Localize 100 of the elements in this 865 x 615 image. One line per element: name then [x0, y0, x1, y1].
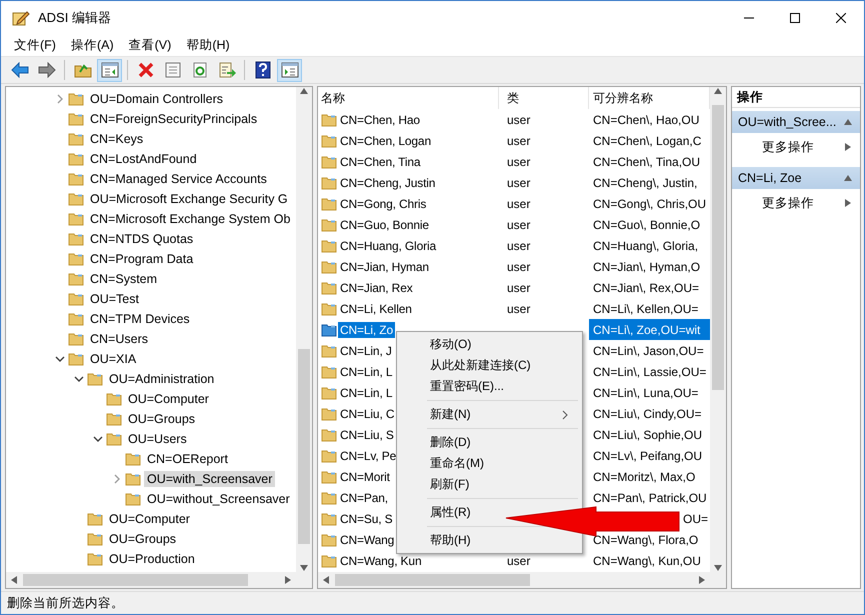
table-cell[interactable]: CN=Chen, Logan — [338, 132, 433, 148]
table-cell-text: CN=Lin\, Lassie,OU= — [592, 364, 708, 378]
tree-item[interactable]: CN=Microsoft Exchange System Ob — [87, 211, 294, 227]
submenu-triangle-icon[interactable] — [844, 143, 852, 151]
action-item[interactable]: 更多操作 — [762, 194, 814, 212]
table-cell[interactable]: CN=Li, Kellen — [338, 300, 414, 316]
column-header[interactable]: 类 — [499, 87, 589, 109]
refresh-icon — [190, 62, 208, 78]
tree-item[interactable]: CN=Managed Service Accounts — [87, 171, 270, 187]
menu-item[interactable]: 移动(O) — [430, 336, 472, 353]
close-icon[interactable] — [836, 12, 846, 22]
notepad-pencil-icon — [12, 10, 30, 26]
table-cell[interactable]: CN=Guo, Bonnie — [338, 216, 431, 232]
toolbar-button[interactable] — [277, 58, 302, 82]
tree-item[interactable]: OU=Domain Controllers — [87, 91, 226, 107]
tree-item[interactable]: CN=Program Data — [87, 251, 196, 267]
scroll-up-icon[interactable] — [300, 87, 308, 95]
tree-item[interactable]: OU=Microsoft Exchange Security G — [87, 191, 291, 207]
tree-item[interactable]: CN=Keys — [87, 131, 146, 147]
table-cell[interactable]: CN=Lin, L — [338, 364, 394, 380]
menu-item[interactable]: 从此处新建连接(C) — [430, 357, 531, 374]
table-cell[interactable]: CN=Lin, J — [338, 342, 394, 358]
menu-item[interactable]: 刷新(F) — [430, 476, 470, 493]
tree-item[interactable]: CN=TPM Devices — [87, 311, 193, 327]
scroll-left-icon[interactable] — [322, 576, 330, 584]
table-cell[interactable]: CN=Su, S — [338, 510, 394, 526]
collapse-chevron-icon[interactable] — [74, 375, 84, 383]
tree-item[interactable]: OU=Computer — [106, 511, 193, 527]
table-cell[interactable]: CN=Gong, Chris — [338, 196, 428, 212]
toolbar-button[interactable] — [97, 58, 122, 82]
table-cell: user — [507, 154, 530, 168]
tree-item[interactable]: OU=Production — [106, 551, 198, 567]
tree-item[interactable]: CN=Users — [87, 331, 151, 347]
submenu-chevron-icon — [562, 410, 568, 420]
column-header[interactable]: 名称 — [318, 87, 499, 109]
table-cell[interactable]: CN=Lv, Pe — [338, 448, 398, 464]
tree-item[interactable]: OU=Groups — [106, 531, 180, 547]
collapse-chevron-icon[interactable] — [93, 435, 103, 443]
maximize-icon[interactable] — [790, 12, 800, 22]
scroll-thumb[interactable] — [335, 574, 530, 586]
scroll-left-icon[interactable] — [10, 576, 18, 584]
table-cell[interactable]: CN=Cheng, Justin — [338, 174, 438, 190]
table-cell[interactable]: CN=Wang — [338, 532, 396, 548]
action-item[interactable]: 更多操作 — [762, 138, 814, 156]
table-cell[interactable]: CN=Lin, L — [338, 384, 394, 400]
scroll-right-icon[interactable] — [698, 576, 706, 584]
tree-item[interactable]: OU=with_Screensaver — [144, 471, 276, 487]
tree-item[interactable]: CN=LostAndFound — [87, 151, 200, 167]
folder-icon — [68, 112, 84, 126]
table-cell[interactable]: CN=Liu, S — [338, 426, 396, 442]
folder-icon — [321, 532, 337, 546]
tree-item[interactable]: OU=Test — [87, 291, 142, 307]
scroll-thumb[interactable] — [298, 349, 310, 544]
tree-item[interactable]: OU=Administration — [106, 371, 218, 387]
table-cell[interactable]: CN=Morit — [338, 468, 392, 484]
tree-item[interactable]: OU=XIA — [87, 351, 140, 367]
tree-item[interactable]: CN=ForeignSecurityPrincipals — [87, 111, 260, 127]
collapse-chevron-icon[interactable] — [55, 355, 65, 363]
tree-item[interactable]: OU=Groups — [125, 411, 198, 427]
menu-item[interactable]: 帮助(H) — [430, 532, 471, 549]
tree-item[interactable]: OU=without_Screensaver — [144, 491, 293, 507]
collapse-triangle-icon[interactable] — [844, 118, 852, 126]
expand-chevron-icon[interactable] — [56, 94, 64, 104]
tree-item[interactable]: OU=Computer — [125, 391, 212, 407]
scroll-up-icon[interactable] — [714, 87, 722, 95]
tree-item[interactable]: OU=Users — [125, 431, 190, 447]
table-cell: CN=Li\, Zoe,OU=wit — [589, 319, 710, 340]
tree-item[interactable]: CN=NTDS Quotas — [87, 231, 196, 247]
expand-chevron-icon[interactable] — [113, 474, 121, 484]
menu-item[interactable]: 重命名(M) — [430, 455, 484, 472]
scroll-thumb[interactable] — [23, 574, 248, 586]
collapse-triangle-icon[interactable] — [844, 174, 852, 182]
table-cell-text: CN=Guo\, Bonnie,O — [592, 218, 702, 232]
table-cell[interactable]: CN=Huang, Gloria — [338, 238, 438, 254]
table-cell[interactable]: CN=Pan, — [338, 490, 390, 506]
table-cell-text: CN=Cheng\, Justin, — [592, 176, 698, 190]
table-cell[interactable]: CN=Jian, Hyman — [338, 258, 431, 274]
folder-icon — [321, 260, 337, 274]
tree-item[interactable]: CN=OEReport — [144, 451, 231, 467]
table-cell[interactable]: CN=Liu, C — [338, 406, 396, 422]
menu-item[interactable]: 属性(R) — [430, 504, 471, 521]
folder-icon — [87, 372, 103, 386]
table-cell-text: CN=Lv\, Peifang,OU — [592, 448, 704, 462]
scroll-thumb[interactable] — [712, 105, 724, 390]
table-cell[interactable]: CN=Li, Zo — [338, 322, 396, 338]
table-cell[interactable]: CN=Chen, Hao — [338, 112, 422, 128]
menu-item[interactable]: 文件(F) — [7, 34, 63, 56]
table-cell[interactable]: CN=Jian, Rex — [338, 280, 415, 296]
submenu-triangle-icon[interactable] — [844, 199, 852, 207]
menu-item[interactable]: 删除(D) — [430, 434, 471, 451]
scroll-right-icon[interactable] — [284, 576, 292, 584]
table-cell[interactable]: CN=Wang, Kun — [338, 552, 424, 568]
menu-item[interactable]: 重置密码(E)... — [430, 378, 504, 395]
menu-item[interactable]: 帮助(H) — [179, 34, 237, 56]
folder-icon — [321, 176, 337, 190]
table-cell[interactable]: CN=Chen, Tina — [338, 154, 422, 170]
menu-item[interactable]: 查看(V) — [122, 34, 178, 56]
tree-item[interactable]: CN=System — [87, 271, 160, 287]
menu-item[interactable]: 新建(N) — [430, 406, 471, 423]
menu-item[interactable]: 操作(A) — [64, 34, 121, 56]
